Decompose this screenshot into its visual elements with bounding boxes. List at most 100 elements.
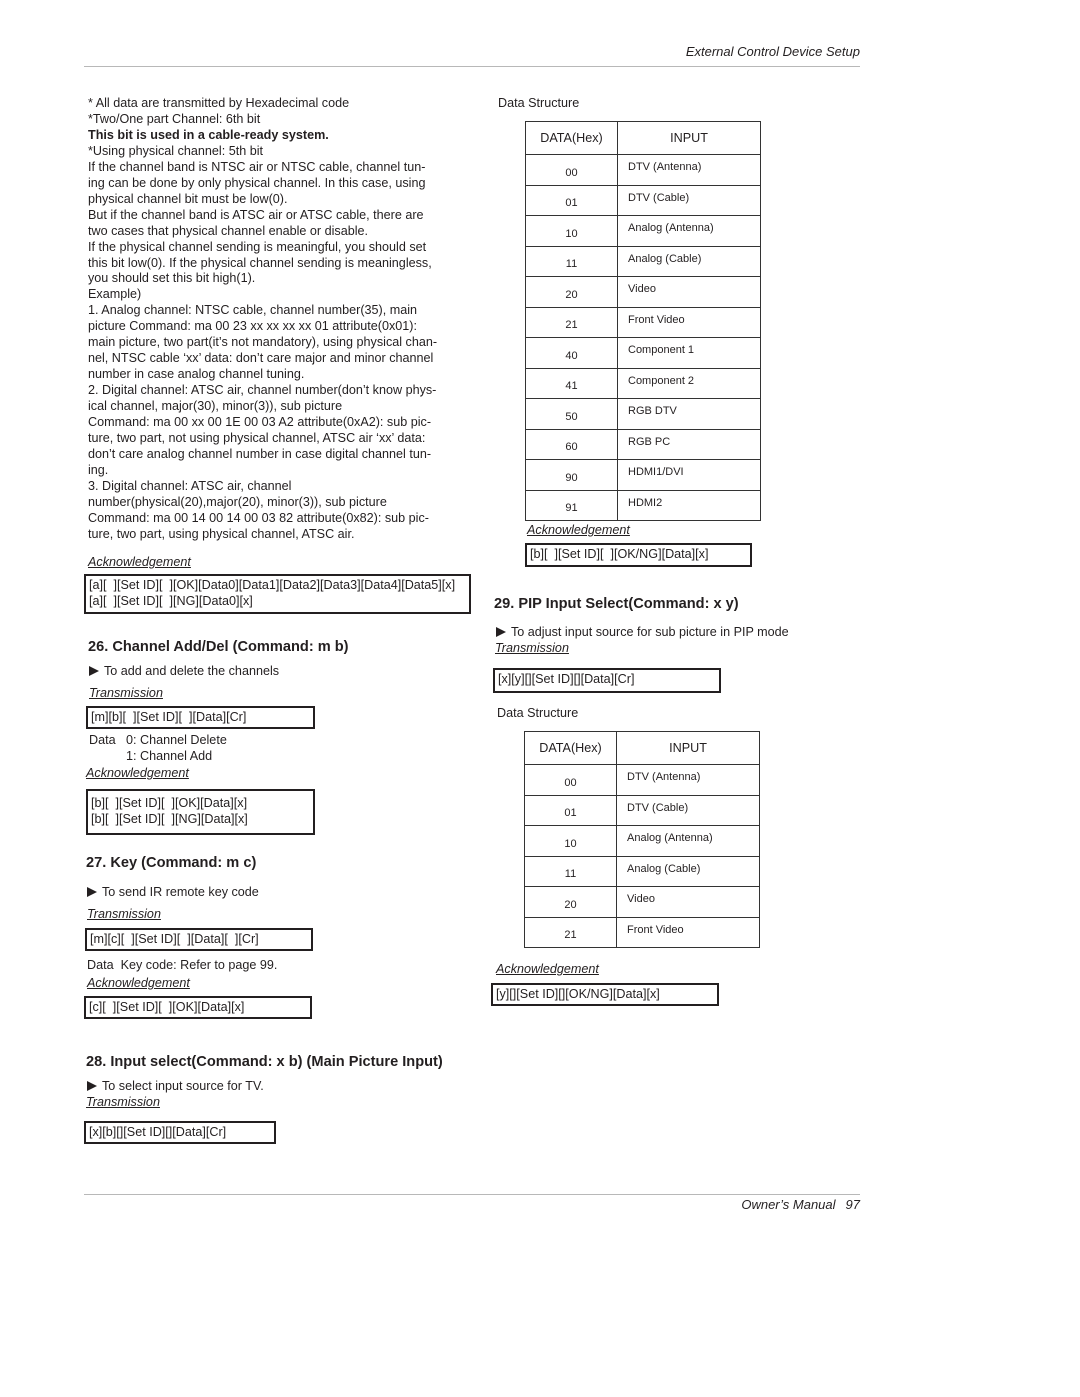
notes-line: 1. Analog channel: NTSC cable, channel n… [88, 303, 418, 318]
input-name-cell: DTV (Cable) [616, 794, 760, 826]
notes-line: main picture, two part(it’s not mandator… [88, 335, 438, 350]
table-row: 01 DTV (Cable) [524, 794, 760, 826]
notes-line: this bit low(0). If the physical channel… [88, 255, 432, 270]
bullet-text: To add and delete the channels [104, 664, 280, 678]
section-title-27: 27. Key (Command: m c) [86, 855, 257, 871]
data-structure-label: Data Structure [498, 96, 580, 110]
running-header: External Control Device Setup [685, 44, 860, 59]
input-name-cell: DTV (Antenna) [617, 154, 761, 186]
table-row: 40 Component 1 [525, 337, 761, 369]
transmission-label: Transmission [495, 641, 569, 655]
page-number: 97 [845, 1197, 860, 1212]
notes-line: nel, NTSC cable ‘xx’ data: don’t care ma… [88, 351, 434, 366]
notes-line: you should set this bit high(1). [88, 271, 256, 286]
bullet-text: To select input source for TV. [102, 1079, 264, 1093]
ack-line: [a][ ][Set ID][ ][OK][Data0][Data1][Data… [89, 578, 456, 592]
table-row: 00 DTV (Antenna) [525, 154, 761, 186]
notes-paragraph: *Using physical channel: 5th bit If the c… [88, 144, 478, 543]
bullet-text: To adjust input source for sub picture i… [511, 625, 789, 639]
column-header: DATA(Hex) [525, 121, 618, 155]
pip-input-data-table: DATA(Hex) INPUT 00 DTV (Antenna) 01 DTV (Ca… [524, 731, 760, 948]
ack-line: [b][ ][Set ID][ ][NG][Data][x] [91, 812, 248, 826]
ack-label: Acknowledgement [88, 555, 191, 569]
triangle-bullet-icon [496, 627, 506, 637]
table-row: 01 DTV (Cable) [525, 184, 761, 216]
hex-code-cell: 91 [525, 489, 618, 521]
input-name-cell: Analog (Cable) [616, 855, 760, 887]
triangle-bullet-icon [89, 666, 99, 676]
data-value: 1: Channel Add [126, 749, 213, 763]
table-row: 00 DTV (Antenna) [524, 764, 760, 796]
input-name-cell: HDMI2 [617, 489, 761, 521]
data-note-27: Data Key code: Refer to page 99. [87, 958, 278, 972]
section-title-26: 26. Channel Add/Del (Command: m b) [88, 639, 349, 655]
hex-code-cell: 90 [525, 459, 618, 491]
notes-line: *Using physical channel: 5th bit [88, 143, 264, 158]
data-structure-label: Data Structure [497, 706, 579, 720]
input-name-cell: Component 1 [617, 337, 761, 369]
page-footer: Owner’s Manual 97 [741, 1197, 860, 1212]
table-row: 60 RGB PC [525, 428, 761, 460]
column-header: INPUT [616, 731, 760, 765]
notes-line: picture Command: ma 00 23 xx xx xx xx 01… [88, 319, 417, 334]
input-name-cell: Front Video [617, 306, 761, 338]
input-name-cell: Analog (Cable) [617, 245, 761, 277]
hex-code-cell: 60 [525, 428, 618, 460]
table-row: 20 Video [524, 886, 760, 918]
transmission-label: Transmission [89, 686, 163, 700]
ack-label: Acknowledgement [527, 523, 630, 537]
transmission-label: Transmission [86, 1095, 160, 1109]
intro-line: * All data are transmitted by Hexadecima… [88, 96, 350, 110]
notes-line: If the physical channel sending is meani… [88, 239, 427, 254]
notes-line: Example) [88, 287, 142, 302]
notes-line: ture, two part, using physical channel, … [88, 526, 355, 541]
hex-code-cell: 11 [524, 855, 617, 887]
hex-code-cell: 10 [524, 825, 617, 857]
hex-code-cell: 10 [525, 215, 618, 247]
input-name-cell: Analog (Antenna) [617, 215, 761, 247]
section-bullet-29: To adjust input source for sub picture i… [496, 625, 789, 639]
hex-code-cell: 01 [524, 794, 617, 826]
ack-line: [b][ ][Set ID][ ][OK][Data][x] [91, 796, 248, 810]
notes-line: ture, two part, not using physical chann… [88, 431, 426, 446]
input-data-table: DATA(Hex) INPUT 00 DTV (Antenna) 01 DTV (Ca… [525, 121, 761, 521]
hex-code-cell: 20 [525, 276, 618, 308]
input-name-cell: Analog (Antenna) [616, 825, 760, 857]
transmission-box-27: [m][c][ ][Set ID][ ][Data][ ][Cr] [85, 928, 313, 951]
section-title-29: 29. PIP Input Select(Command: x y) [494, 596, 739, 612]
table-row: 11 Analog (Cable) [524, 855, 760, 887]
ack-label: Acknowledgement [86, 766, 189, 780]
notes-line: But if the channel band is ATSC air or A… [88, 207, 424, 222]
ack-box-27: [c][ ][Set ID][ ][OK][Data][x] [84, 996, 312, 1019]
notes-line: don’t care analog channel number in case… [88, 446, 432, 461]
input-name-cell: RGB DTV [617, 398, 761, 430]
notes-line: two cases that physical channel enable o… [88, 223, 369, 238]
column-header: DATA(Hex) [524, 731, 617, 765]
table-row: 11 Analog (Cable) [525, 245, 761, 277]
hex-code-cell: 50 [525, 398, 618, 430]
hex-code-cell: 21 [524, 916, 617, 948]
notes-line: If the channel band is NTSC air or NTSC … [88, 159, 426, 174]
ack-label: Acknowledgement [496, 962, 599, 976]
table-row: 90 HDMI1/DVI [525, 459, 761, 491]
ack-box-26: [b][ ][Set ID][ ][OK][Data][x] [b][ ][Set… [86, 789, 315, 835]
transmission-box-26: [m][b][ ][Set ID][ ][Data][Cr] [86, 706, 315, 729]
data-value: 0: Channel Delete [126, 733, 227, 747]
triangle-bullet-icon [87, 887, 97, 897]
triangle-bullet-icon [87, 1081, 97, 1091]
notes-line: ical channel, major(30), minor(3)), sub … [88, 399, 343, 414]
intro-bold-note: This bit is used in a cable-ready system… [88, 127, 329, 142]
table-row: 21 Front Video [524, 916, 760, 948]
footer-manual-label: Owner’s Manual [741, 1197, 836, 1212]
intro-line: *Two/One part Channel: 6th bit [88, 111, 261, 126]
ack-line: [a][ ][Set ID][ ][NG][Data0][x] [89, 594, 253, 608]
input-name-cell: Video [617, 276, 761, 308]
notes-line: 3. Digital channel: ATSC air, channel [88, 478, 292, 493]
hex-code-cell: 40 [525, 337, 618, 369]
transmission-label: Transmission [87, 907, 161, 921]
notes-line: physical channel bit must be low(0). [88, 191, 288, 206]
section-bullet-27: To send IR remote key code [87, 885, 259, 899]
notes-line: Command: ma 00 xx 00 1E 00 03 A2 attribu… [88, 415, 432, 430]
table-row: 21 Front Video [525, 306, 761, 338]
input-name-cell: HDMI1/DVI [617, 459, 761, 491]
